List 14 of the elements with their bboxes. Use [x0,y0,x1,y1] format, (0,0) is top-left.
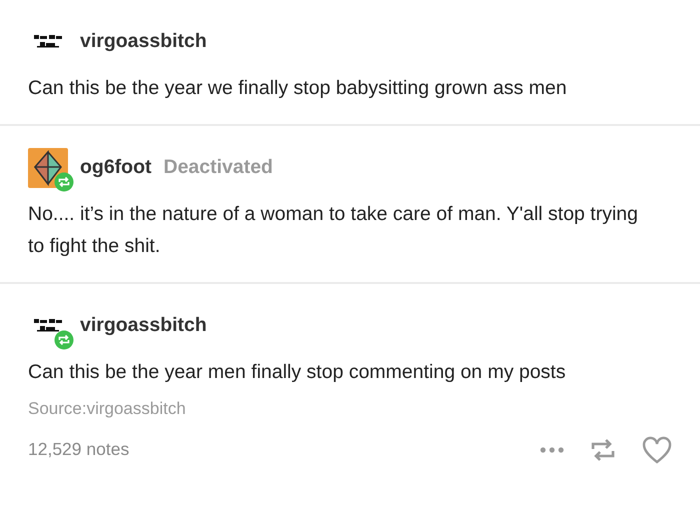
reblog-badge-icon [54,172,74,192]
username[interactable]: og6foot [80,153,152,183]
avatar-icon [32,34,64,50]
avatar-icon [32,318,64,334]
account-status: Deactivated [163,155,273,180]
more-icon[interactable] [540,446,564,452]
reblog-icon[interactable] [590,436,616,462]
post-text: No.... it’s in the nature of a woman to take care of man. Y'all stop trying to fight the shit. [28,202,639,259]
post-text: Can this be the year we finally stop babysitting grown ass men [28,76,568,101]
username[interactable]: virgoassbitch [80,311,207,341]
reblog-badge-icon [54,330,74,350]
post-text: Can this be the year men finally stop commenting on my posts [28,360,567,385]
username[interactable]: virgoassbitch [80,27,207,57]
like-icon[interactable] [642,436,672,464]
